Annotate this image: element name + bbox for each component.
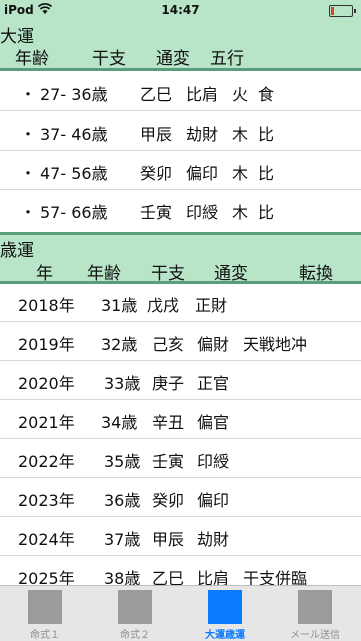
relation: 比 [258, 125, 275, 144]
tab-meishiki-2[interactable]: 命式２ [90, 586, 180, 641]
daiun-header: 大運 年齢 干支 通変 五行 [0, 20, 361, 71]
daiun-col-age: 年齢 [15, 49, 49, 69]
saiun-col-age: 年齢 [87, 264, 121, 284]
kanshi: 辛丑 [152, 413, 185, 432]
kanshi: 壬寅 [152, 452, 185, 471]
saiun-row[interactable]: 2021年 34歳 辛丑 偏官 [0, 399, 361, 439]
age: 34歳 [101, 413, 138, 432]
kanshi: 己亥 [152, 335, 185, 354]
saiun-col-tenkan: 転換 [299, 264, 333, 284]
saiun-row[interactable]: 2018年 31歳 戊戌 正財 [0, 282, 361, 322]
year: 2023年 [18, 491, 75, 510]
age: 36歳 [104, 491, 141, 510]
kanshi: 甲辰 [152, 530, 185, 549]
kanshi: 庚子 [152, 374, 185, 393]
gogyo: 火 [232, 85, 249, 104]
tsuhen: 劫財 [197, 530, 230, 549]
year: 2021年 [18, 413, 75, 432]
kanshi: 壬寅 [140, 203, 173, 222]
tsuhen: 偏財 [197, 335, 230, 354]
kanshi: 癸卯 [140, 164, 173, 183]
year: 2022年 [18, 452, 75, 471]
daiun-col-gogyo: 五行 [210, 49, 244, 69]
saiun-col-year: 年 [36, 264, 53, 284]
saiun-row[interactable]: 2023年 36歳 癸卯 偏印 [0, 477, 361, 517]
gogyo: 木 [232, 203, 249, 222]
kanshi: 戊戌 [147, 296, 180, 315]
age: 33歳 [104, 374, 141, 393]
age: 37歳 [104, 530, 141, 549]
tsuhen: 偏官 [197, 413, 230, 432]
saiun-title: 歳運 [0, 241, 34, 261]
tab-label: 命式２ [120, 630, 150, 641]
tab-daiun-saiun[interactable]: 大運歳運 [180, 586, 270, 641]
tenkan: 天戦地冲 [243, 335, 308, 354]
kanshi: 癸卯 [152, 491, 185, 510]
tab-label: 大運歳運 [205, 630, 245, 641]
gogyo: 木 [232, 164, 249, 183]
age: 32歳 [101, 335, 138, 354]
saiun-row[interactable]: 2019年 32歳 己亥 偏財 天戦地冲 [0, 321, 361, 361]
daiun-row[interactable]: ・ 57- 66歳 壬寅 印綬 木 比 [0, 189, 361, 228]
age-range: 57- 66歳 [40, 203, 108, 222]
daiun-col-kanshi: 干支 [92, 49, 126, 69]
year: 2018年 [18, 296, 75, 315]
year: 2020年 [18, 374, 75, 393]
saiun-row[interactable]: 2024年 37歳 甲辰 劫財 [0, 516, 361, 556]
gogyo: 木 [232, 125, 249, 144]
tab-label: 命式１ [30, 630, 60, 641]
daiun-saiun-icon [208, 590, 242, 624]
daiun-col-tsuhen: 通変 [156, 49, 190, 69]
age-range: 47- 56歳 [40, 164, 108, 183]
tab-meishiki-1[interactable]: 命式１ [0, 586, 90, 641]
age-range: 37- 46歳 [40, 125, 108, 144]
saiun-col-tsuhen: 通変 [214, 264, 248, 284]
saiun-row[interactable]: 2020年 33歳 庚子 正官 [0, 360, 361, 400]
tsuhen: 偏印 [186, 164, 219, 183]
relation: 比 [258, 203, 275, 222]
age: 35歳 [104, 452, 141, 471]
tsuhen: 比肩 [186, 85, 219, 104]
daiun-row[interactable]: ・ 47- 56歳 癸卯 偏印 木 比 [0, 150, 361, 190]
tsuhen: 正官 [197, 374, 230, 393]
mail-icon [298, 590, 332, 624]
tab-mail[interactable]: メール送信 [270, 586, 360, 641]
clock: 14:47 [161, 3, 200, 17]
status-bar: iPod 14:47 [0, 0, 361, 20]
tab-label: メール送信 [290, 630, 340, 641]
age: 31歳 [101, 296, 138, 315]
bullet: ・ [20, 85, 37, 104]
kanshi: 甲辰 [140, 125, 173, 144]
battery-icon [329, 5, 356, 17]
daiun-row[interactable]: ・ 37- 46歳 甲辰 劫財 木 比 [0, 111, 361, 151]
tab-bar: 命式１ 命式２ 大運歳運 メール送信 [0, 585, 361, 641]
daiun-row[interactable]: ・ 27- 36歳 乙巳 比肩 火 食 [0, 71, 361, 111]
kanshi: 乙巳 [140, 85, 173, 104]
year: 2019年 [18, 335, 75, 354]
saiun-header: 歳運 年 年齢 干支 通変 転換 [0, 232, 361, 284]
relation: 比 [258, 164, 275, 183]
meishiki-2-icon [118, 590, 152, 624]
bullet: ・ [20, 164, 37, 183]
age-range: 27- 36歳 [40, 85, 108, 104]
year: 2024年 [18, 530, 75, 549]
tsuhen: 正財 [195, 296, 228, 315]
saiun-col-kanshi: 干支 [151, 264, 185, 284]
tsuhen: 印綬 [186, 203, 219, 222]
tsuhen: 印綬 [197, 452, 230, 471]
relation: 食 [258, 85, 275, 104]
saiun-row[interactable]: 2022年 35歳 壬寅 印綬 [0, 438, 361, 478]
tsuhen: 劫財 [186, 125, 219, 144]
meishiki-1-icon [28, 590, 62, 624]
tsuhen: 偏印 [197, 491, 230, 510]
bullet: ・ [20, 203, 37, 222]
bullet: ・ [20, 125, 37, 144]
